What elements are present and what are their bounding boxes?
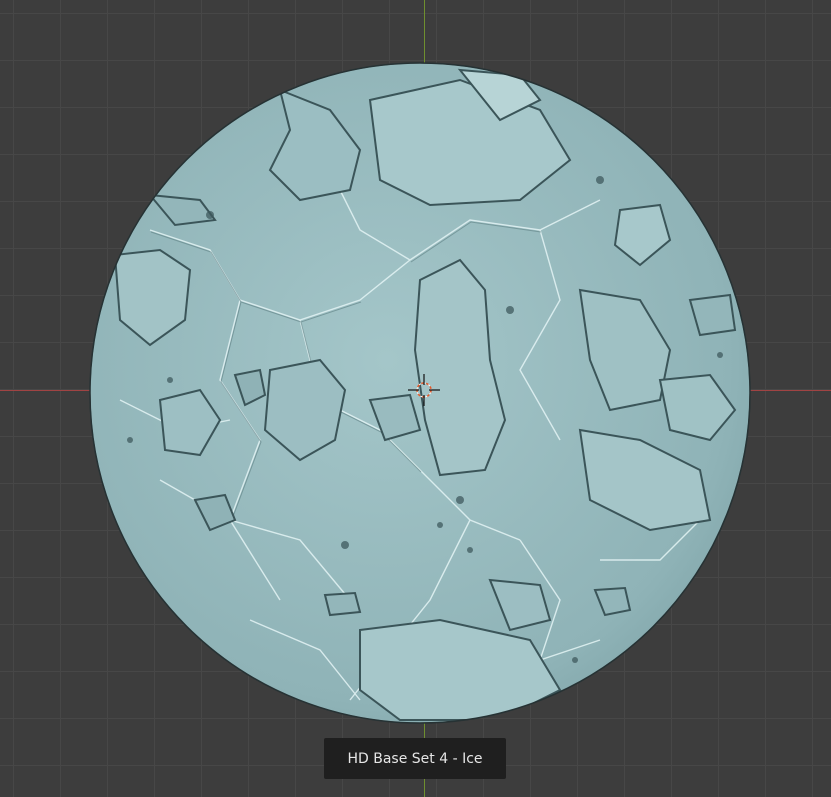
3d-viewport[interactable]: HD Base Set 4 - Ice	[0, 0, 831, 797]
model-name-text: HD Base Set 4 - Ice	[347, 750, 483, 767]
model-name-label: HD Base Set 4 - Ice	[324, 738, 506, 779]
3d-cursor-icon[interactable]	[408, 374, 440, 406]
